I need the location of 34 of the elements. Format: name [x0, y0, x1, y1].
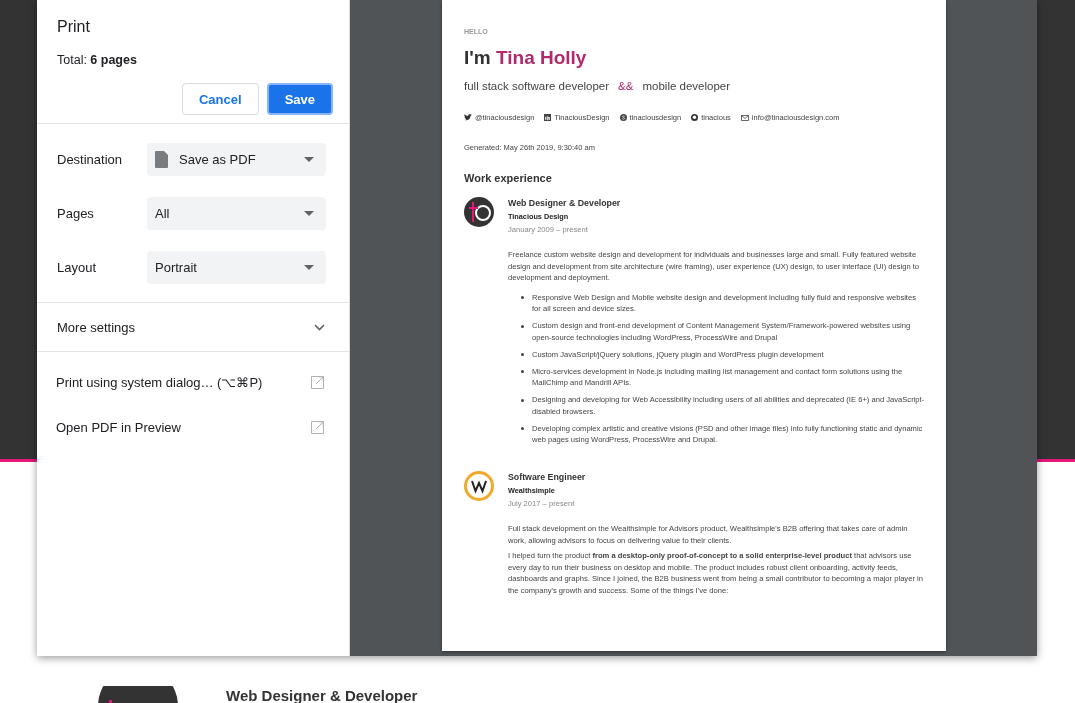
page-total: Total: 6 pages	[56, 52, 138, 67]
section-heading: Work experience	[464, 172, 553, 184]
menu-link[interactable]: Open PDF in Preview	[56, 419, 181, 435]
cancel-button[interactable]: Cancel	[182, 83, 259, 115]
caret-icon	[304, 157, 314, 162]
caret-icon	[304, 265, 314, 270]
setting-label: Pages	[57, 206, 95, 221]
envelope-icon	[740, 114, 749, 121]
caret-icon	[304, 211, 314, 216]
dropdown[interactable]: All	[147, 197, 326, 230]
external-link-icon[interactable]	[311, 375, 324, 389]
person-name: Tina Holly	[496, 47, 587, 68]
company-logo	[464, 471, 494, 501]
save-button[interactable]: Save	[266, 83, 333, 115]
dropdown[interactable]: Save as PDF	[147, 143, 326, 176]
greeting: I'm	[464, 47, 491, 68]
menu-link[interactable]: Print using system dialog… (⌥⌘P)	[56, 374, 263, 390]
skype-icon	[619, 114, 627, 121]
setting-label: Destination	[57, 152, 124, 167]
job-title: Web Designer & Developer	[508, 197, 622, 209]
dialog-title: Print	[56, 17, 91, 36]
more-settings-toggle[interactable]: More settings	[37, 303, 349, 351]
linkedin-icon	[544, 114, 552, 121]
external-link-icon[interactable]	[311, 420, 324, 434]
setting-label: Layout	[57, 260, 98, 275]
role-label: full stack software developer	[464, 80, 610, 92]
dropdown[interactable]: Portrait	[147, 251, 326, 284]
separator-symbol: &&	[618, 80, 634, 92]
company-logo	[464, 197, 494, 227]
role-label: mobile developer	[642, 80, 731, 92]
github-icon	[691, 114, 699, 121]
file-icon	[155, 151, 168, 168]
job-title: Software Engineer	[508, 471, 587, 483]
bird-icon	[464, 114, 472, 121]
